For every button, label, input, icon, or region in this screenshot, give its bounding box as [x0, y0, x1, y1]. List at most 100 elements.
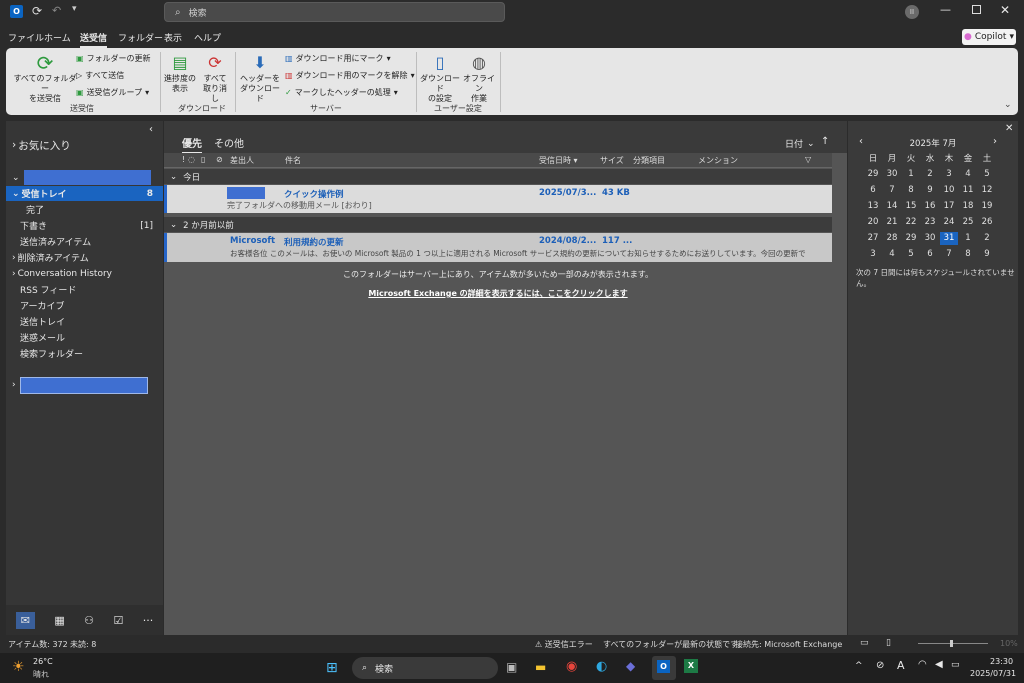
- outlook-taskbar-button[interactable]: O: [652, 656, 676, 680]
- minimize-icon[interactable]: —: [940, 3, 951, 16]
- calendar-day[interactable]: 11: [959, 184, 977, 197]
- send-receive-groups-button[interactable]: ▣ 送受信グループ ▾: [76, 87, 149, 98]
- mark-download-button[interactable]: ▥ ダウンロード用にマーク ▾: [285, 53, 391, 64]
- process-marked-button[interactable]: ✓ マークしたヘッダーの処理 ▾: [285, 87, 398, 98]
- calendar-day[interactable]: 1: [902, 168, 920, 181]
- sort-button[interactable]: 日付 ⌄: [785, 137, 815, 151]
- importance-icon[interactable]: !: [182, 155, 185, 164]
- calendar-day[interactable]: 4: [883, 248, 901, 261]
- calendar-day[interactable]: 1: [959, 232, 977, 245]
- calendar-day[interactable]: 23: [921, 216, 939, 229]
- weather-icon[interactable]: ☀: [12, 659, 25, 675]
- calendar-day[interactable]: 31: [940, 232, 958, 245]
- col-received[interactable]: 受信日時 ▾: [539, 155, 578, 166]
- col-category[interactable]: 分類項目: [633, 155, 665, 166]
- calendar-day[interactable]: 5: [978, 168, 996, 181]
- send-receive-error[interactable]: ⚠ 送受信エラー: [535, 639, 593, 650]
- volume-icon[interactable]: ◀: [935, 659, 943, 670]
- calendar-day[interactable]: 29: [902, 232, 920, 245]
- attachment-icon[interactable]: ⊘: [216, 155, 223, 164]
- show-progress-button[interactable]: ▤ 進捗度の 表示: [162, 52, 198, 94]
- calendar-day[interactable]: 30: [883, 168, 901, 181]
- menu-send-receive[interactable]: 送受信: [80, 31, 108, 48]
- calendar-day[interactable]: 3: [940, 168, 958, 181]
- ime-icon[interactable]: A: [897, 659, 905, 672]
- calendar-day[interactable]: 6: [864, 184, 882, 197]
- account-header-2[interactable]: ›: [6, 376, 163, 394]
- col-size[interactable]: サイズ: [600, 155, 624, 166]
- people-icon[interactable]: ⚇: [84, 614, 94, 627]
- favorites-header[interactable]: › お気に入り: [6, 137, 163, 153]
- next-month-icon[interactable]: ›: [993, 136, 997, 147]
- clock-time[interactable]: 23:30: [990, 657, 1013, 666]
- work-offline-button[interactable]: ◍ オフライン 作業: [460, 52, 498, 104]
- tab-focused[interactable]: 優先: [182, 135, 202, 154]
- calendar-day[interactable]: 8: [959, 248, 977, 261]
- menu-view[interactable]: 表示: [164, 31, 182, 44]
- zoom-thumb[interactable]: [950, 640, 953, 647]
- calendar-day[interactable]: 22: [902, 216, 920, 229]
- tab-other[interactable]: その他: [214, 135, 244, 150]
- reading-view-icon[interactable]: ▯: [886, 638, 891, 648]
- folder-done[interactable]: 完了: [6, 202, 163, 217]
- col-from[interactable]: 差出人: [230, 155, 254, 166]
- folder-rss[interactable]: RSS フィード: [6, 282, 163, 297]
- menu-help[interactable]: ヘルプ: [194, 31, 221, 44]
- calendar-day[interactable]: 16: [921, 200, 939, 213]
- calendar-day[interactable]: 10: [940, 184, 958, 197]
- col-mention[interactable]: メンション: [698, 155, 738, 166]
- tasks-icon[interactable]: ☑: [113, 614, 123, 627]
- calendar-day[interactable]: 7: [883, 184, 901, 197]
- mail-item[interactable]: クイック操作例 2025/07/3... 43 KB 完了フォルダへの移動用メー…: [164, 185, 832, 213]
- restore-icon[interactable]: [972, 5, 981, 14]
- copilot-button[interactable]: ● Copilot ▾: [962, 29, 1016, 45]
- download-headers-button[interactable]: ⬇ ヘッダーを ダウンロード: [238, 52, 282, 104]
- calendar-day[interactable]: 18: [959, 200, 977, 213]
- network-off-icon[interactable]: ⊘: [876, 660, 884, 671]
- zoom-slider[interactable]: [918, 643, 988, 644]
- more-icon[interactable]: ···: [143, 614, 154, 627]
- folder-drafts[interactable]: 下書き [1]: [6, 218, 163, 233]
- calendar-day[interactable]: 24: [940, 216, 958, 229]
- calendar-day[interactable]: 29: [864, 168, 882, 181]
- calendar-day[interactable]: 7: [940, 248, 958, 261]
- reminder-icon[interactable]: ◌: [188, 155, 195, 164]
- calendar-day[interactable]: 6: [921, 248, 939, 261]
- teams-icon[interactable]: ◆: [626, 659, 635, 673]
- calendar-day[interactable]: 2: [978, 232, 996, 245]
- col-subject[interactable]: 件名: [285, 155, 301, 166]
- calendar-day[interactable]: 26: [978, 216, 996, 229]
- mail-icon[interactable]: ✉: [15, 611, 35, 629]
- menu-home[interactable]: ホーム: [44, 31, 71, 44]
- filter-icon[interactable]: ▽: [805, 155, 811, 164]
- calendar-day[interactable]: 17: [940, 200, 958, 213]
- calendar-day[interactable]: 9: [921, 184, 939, 197]
- calendar-day[interactable]: 25: [959, 216, 977, 229]
- folder-junk[interactable]: 迷惑メール: [6, 330, 163, 345]
- calendar-day[interactable]: 21: [883, 216, 901, 229]
- file-explorer-icon[interactable]: ▬: [535, 660, 546, 674]
- calendar-day[interactable]: 8: [902, 184, 920, 197]
- collapse-ribbon-icon[interactable]: ⌄: [1004, 100, 1012, 110]
- chrome-icon[interactable]: ◉: [566, 659, 577, 674]
- sort-direction-icon[interactable]: ↑: [821, 136, 829, 147]
- normal-view-icon[interactable]: ▭: [860, 638, 869, 648]
- folder-conversation-history[interactable]: › Conversation History: [6, 266, 163, 281]
- undo-icon[interactable]: ↶: [52, 4, 61, 17]
- calendar-day[interactable]: 20: [864, 216, 882, 229]
- calendar-day[interactable]: 3: [864, 248, 882, 261]
- calendar-day[interactable]: 5: [902, 248, 920, 261]
- folder-deleted[interactable]: › 削除済みアイテム: [6, 250, 163, 265]
- update-folder-button[interactable]: ▣ フォルダーの更新: [76, 53, 151, 64]
- calendar-day[interactable]: 30: [921, 232, 939, 245]
- account-header[interactable]: ⌄: [6, 170, 163, 185]
- task-view-icon[interactable]: ▣: [506, 660, 517, 674]
- calendar-day[interactable]: 9: [978, 248, 996, 261]
- close-icon[interactable]: ✕: [1000, 3, 1010, 17]
- folder-sent[interactable]: 送信済みアイテム: [6, 234, 163, 249]
- windows-start-icon[interactable]: ⊞: [326, 660, 338, 676]
- group-header-older[interactable]: ⌄ 2 か月前以前: [164, 217, 832, 232]
- calendar-day[interactable]: 27: [864, 232, 882, 245]
- search-input[interactable]: ⌕ 検索: [164, 2, 505, 22]
- collapse-pane-icon[interactable]: ‹: [149, 124, 153, 135]
